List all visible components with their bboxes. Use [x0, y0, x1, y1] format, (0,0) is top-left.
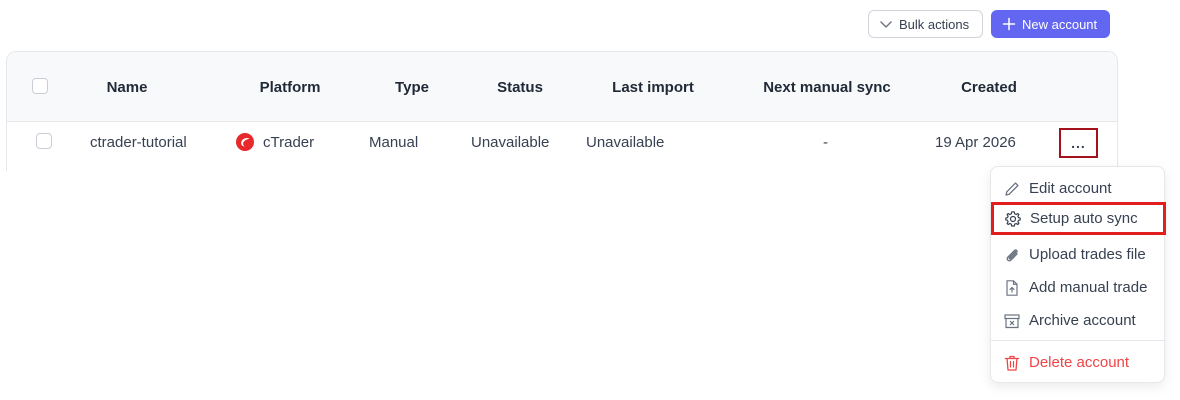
row-actions-menu: Edit account Setup auto sync Upload trad… [990, 166, 1166, 383]
archive-icon [1004, 313, 1020, 328]
accounts-page: Bulk actions New account Name Platform T… [0, 0, 1180, 400]
account-type: Manual [369, 133, 419, 151]
last-import: Unavailable [586, 133, 665, 151]
column-header-next-manual-sync[interactable]: Next manual sync [747, 52, 907, 122]
column-header-status[interactable]: Status [475, 52, 565, 122]
bulk-actions-button[interactable]: Bulk actions [868, 10, 983, 38]
ctrader-logo-icon [236, 133, 254, 151]
table-row[interactable]: ctrader-tutorial cTrader Manual Unavaila… [7, 122, 1117, 171]
new-account-button[interactable]: New account [991, 10, 1110, 38]
created-date: 19 Apr 2026 [935, 133, 1016, 151]
pencil-icon [1005, 181, 1019, 196]
menu-item-upload-trades-file[interactable]: Upload trades file [991, 238, 1166, 271]
plus-icon [1002, 17, 1016, 31]
platform-name: cTrader [263, 133, 315, 151]
menu-item-label: Setup auto sync [1030, 210, 1138, 227]
menu-item-label: Upload trades file [1029, 246, 1146, 263]
menu-item-label: Edit account [1029, 180, 1112, 197]
file-plus-icon [1006, 279, 1018, 296]
paperclip-icon [1006, 248, 1018, 261]
column-header-name[interactable]: Name [77, 52, 177, 122]
column-header-type[interactable]: Type [377, 52, 447, 122]
menu-item-setup-auto-sync[interactable]: Setup auto sync [991, 202, 1166, 235]
new-account-label: New account [1022, 16, 1098, 32]
accounts-table: Name Platform Type Status Last import Ne… [6, 51, 1118, 171]
menu-item-add-manual-trade[interactable]: Add manual trade [991, 271, 1166, 304]
menu-item-label: Archive account [1029, 312, 1136, 329]
column-header-last-import[interactable]: Last import [597, 52, 709, 122]
account-name[interactable]: ctrader-tutorial [90, 122, 187, 162]
column-header-created[interactable]: Created [939, 52, 1039, 122]
platform-cell: cTrader [235, 122, 314, 162]
select-all-checkbox[interactable] [32, 78, 48, 94]
menu-item-archive-account[interactable]: Archive account [991, 304, 1166, 337]
row-checkbox[interactable] [36, 133, 52, 149]
menu-item-edit-account[interactable]: Edit account [991, 172, 1166, 205]
table-header: Name Platform Type Status Last import Ne… [7, 52, 1117, 122]
chevron-down-icon [880, 21, 892, 28]
menu-item-label: Delete account [1029, 354, 1130, 371]
bulk-actions-label: Bulk actions [899, 16, 970, 32]
next-manual-sync: - [823, 133, 828, 151]
column-header-platform[interactable]: Platform [245, 52, 335, 122]
menu-item-label: Add manual trade [1029, 279, 1148, 296]
gear-icon [1005, 210, 1021, 227]
menu-item-delete-account[interactable]: Delete account [991, 346, 1166, 379]
row-actions-button[interactable]: ... [1059, 128, 1098, 158]
account-status: Unavailable [471, 133, 550, 151]
menu-divider [991, 340, 1166, 341]
more-icon: ... [1071, 135, 1086, 151]
trash-icon [1004, 355, 1020, 371]
